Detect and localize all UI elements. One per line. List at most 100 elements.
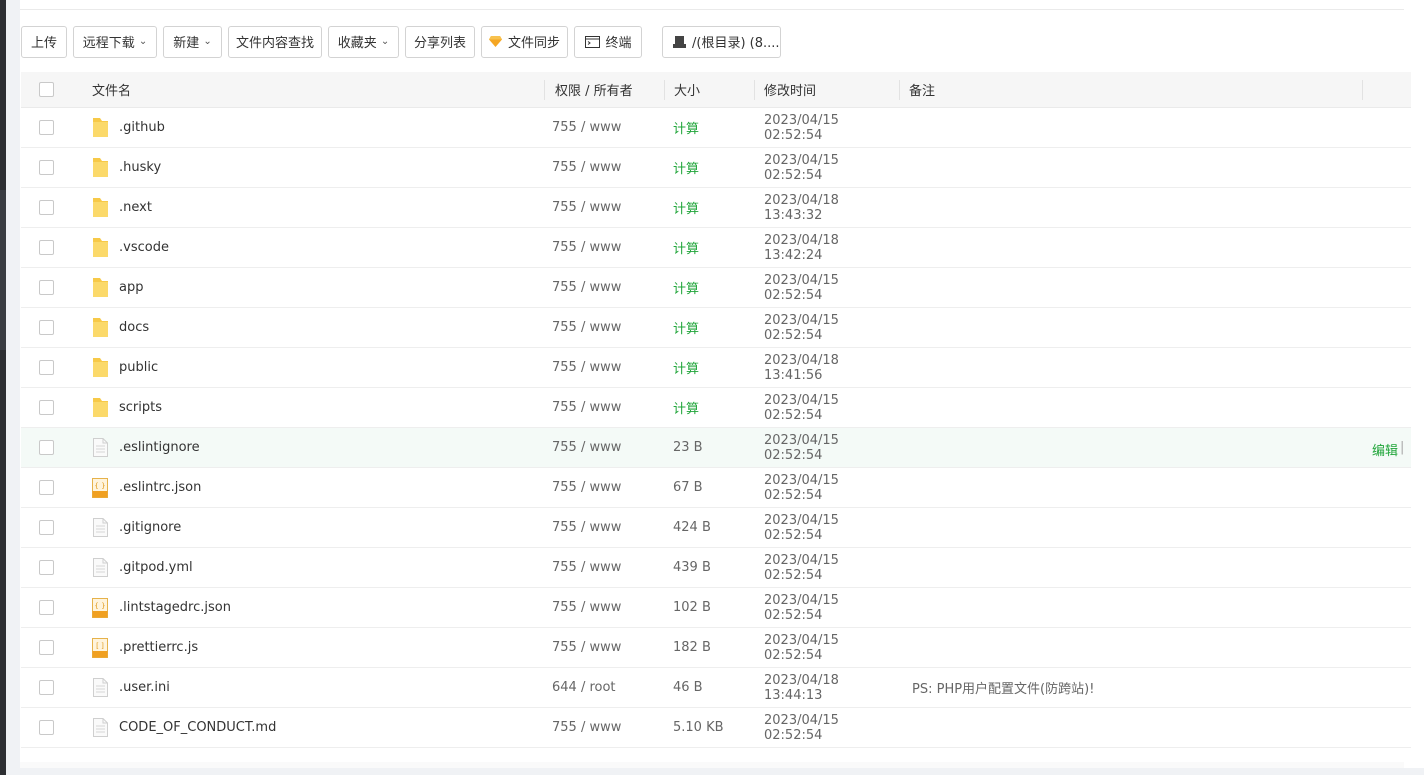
calculate-size-link[interactable]: 计算 [665,358,755,377]
select-all-checkbox[interactable] [38,82,54,97]
terminal-label: 终端 [605,36,632,51]
table-row[interactable]: .husky 755 / www 计算 2023/04/15 02:52:54 [21,148,1411,188]
file-sync-button[interactable]: 文件同步 [481,25,568,58]
row-checkbox[interactable] [38,160,54,175]
file-name-link[interactable]: docs [119,320,149,335]
diamond-icon [489,36,502,47]
calculate-size-link[interactable]: 计算 [665,398,755,417]
modified-time: 2023/04/15 02:52:54 [764,592,839,623]
file-name-link[interactable]: scripts [119,400,162,415]
calculate-size-link[interactable]: 计算 [665,118,755,137]
content-search-button[interactable]: 文件内容查找 [228,25,322,58]
file-name-link[interactable]: .prettierrc.js [119,640,198,655]
note[interactable]: PS: PHP用户配置文件(防跨站)! [900,678,1362,697]
path-label: /(根目录) (8.... [692,36,780,51]
upload-button[interactable]: 上传 [21,25,67,58]
scroll-fade [20,762,1404,768]
file-name-link[interactable]: .lintstagedrc.json [119,600,231,615]
table-row[interactable]: { } .eslintrc.json 755 / www 67 B 2023/04/15… [21,468,1411,508]
table-row[interactable]: .eslintignore 755 / www 23 B 2023/04/15 02:… [21,428,1411,468]
permission-owner[interactable]: 755 / www [545,720,665,735]
row-checkbox[interactable] [38,280,54,295]
row-checkbox[interactable] [38,640,54,655]
file-name-link[interactable]: .user.ini [119,680,170,695]
header-mtime[interactable]: 修改时间 [755,80,900,99]
permission-owner[interactable]: 755 / www [545,560,665,575]
file-name-link[interactable]: CODE_OF_CONDUCT.md [119,720,276,735]
row-checkbox[interactable] [38,680,54,695]
table-row[interactable]: .gitpod.yml 755 / www 439 B 2023/04/15 02:5… [21,548,1411,588]
chevron-down-icon: ⌄ [203,36,212,47]
table-row[interactable]: .vscode 755 / www 计算 2023/04/18 13:42:24 [21,228,1411,268]
row-checkbox[interactable] [38,560,54,575]
permission-owner[interactable]: 755 / www [545,320,665,335]
folder-icon [91,237,109,259]
table-row[interactable]: public 755 / www 计算 2023/04/18 13:41:56 [21,348,1411,388]
header-perm[interactable]: 权限 / 所有者 [545,80,665,99]
favorites-button[interactable]: 收藏夹 ⌄ [328,25,399,58]
file-name-link[interactable]: .eslintrc.json [119,480,201,495]
file-name-link[interactable]: .gitpod.yml [119,560,193,575]
table-row[interactable]: docs 755 / www 计算 2023/04/15 02:52:54 [21,308,1411,348]
table-row[interactable]: app 755 / www 计算 2023/04/15 02:52:54 [21,268,1411,308]
calculate-size-link[interactable]: 计算 [665,278,755,297]
permission-owner[interactable]: 755 / www [545,440,665,455]
table-row[interactable]: CODE_OF_CONDUCT.md 755 / www 5.10 KB 2023/0… [21,708,1411,748]
row-checkbox[interactable] [38,320,54,335]
path-button[interactable]: /(根目录) (8.... [662,25,781,58]
file-name-link[interactable]: .husky [119,160,161,175]
terminal-button[interactable]: 终端 [574,25,642,58]
header-name[interactable]: 文件名 [71,80,545,99]
row-checkbox[interactable] [38,240,54,255]
file-name-link[interactable]: app [119,280,143,295]
row-checkbox[interactable] [38,600,54,615]
row-checkbox[interactable] [38,440,54,455]
row-checkbox[interactable] [38,720,54,735]
permission-owner[interactable]: 755 / www [545,600,665,615]
table-row[interactable]: .gitignore 755 / www 424 B 2023/04/15 02:52… [21,508,1411,548]
row-checkbox[interactable] [38,360,54,375]
file-name-link[interactable]: .vscode [119,240,169,255]
file-name-link[interactable]: .next [119,200,152,215]
permission-owner[interactable]: 755 / www [545,240,665,255]
file-name-link[interactable]: public [119,360,158,375]
row-checkbox[interactable] [38,520,54,535]
table-row[interactable]: .next 755 / www 计算 2023/04/18 13:43:32 [21,188,1411,228]
file-name-link[interactable]: .eslintignore [119,440,200,455]
calculate-size-link[interactable]: 计算 [665,318,755,337]
table-row[interactable]: .github 755 / www 计算 2023/04/15 02:52:54 [21,108,1411,148]
calculate-size-link[interactable]: 计算 [665,158,755,177]
terminal-icon [584,35,600,48]
permission-owner[interactable]: 755 / www [545,640,665,655]
permission-owner[interactable]: 755 / www [545,480,665,495]
table-row[interactable]: { } .lintstagedrc.json 755 / www 102 B 2023/… [21,588,1411,628]
file-name-link[interactable]: .github [119,120,165,135]
toolbar: 上传 远程下载 ⌄ 新建 ⌄ 文件内容查找 收藏夹 ⌄ 分享列表 文件同步 终端 /(… [21,25,781,58]
permission-owner[interactable]: 755 / www [545,200,665,215]
remote-download-button[interactable]: 远程下载 ⌄ [73,25,157,58]
permission-owner[interactable]: 644 / root [545,680,665,695]
table-body: .github 755 / www 计算 2023/04/15 02:52:54 .hu… [21,108,1411,748]
row-checkbox[interactable] [38,400,54,415]
left-sidebar-edge [0,0,6,775]
calculate-size-link[interactable]: 计算 [665,198,755,217]
table-row[interactable]: scripts 755 / www 计算 2023/04/15 02:52:54 [21,388,1411,428]
permission-owner[interactable]: 755 / www [545,120,665,135]
row-checkbox[interactable] [38,480,54,495]
table-row[interactable]: .user.ini 644 / root 46 B 2023/04/18 13:44:… [21,668,1411,708]
row-checkbox[interactable] [38,120,54,135]
permission-owner[interactable]: 755 / www [545,160,665,175]
share-list-button[interactable]: 分享列表 [405,25,475,58]
permission-owner[interactable]: 755 / www [545,280,665,295]
calculate-size-link[interactable]: 计算 [665,238,755,257]
permission-owner[interactable]: 755 / www [545,520,665,535]
header-size[interactable]: 大小 [665,80,755,99]
edit-link[interactable]: 编辑 [1372,440,1398,459]
table-row[interactable]: [ ] .prettierrc.js 755 / www 182 B 2023/04/1… [21,628,1411,668]
permission-owner[interactable]: 755 / www [545,360,665,375]
file-name-link[interactable]: .gitignore [119,520,181,535]
permission-owner[interactable]: 755 / www [545,400,665,415]
new-button[interactable]: 新建 ⌄ [163,25,222,58]
row-checkbox[interactable] [38,200,54,215]
file-icon [91,557,109,579]
